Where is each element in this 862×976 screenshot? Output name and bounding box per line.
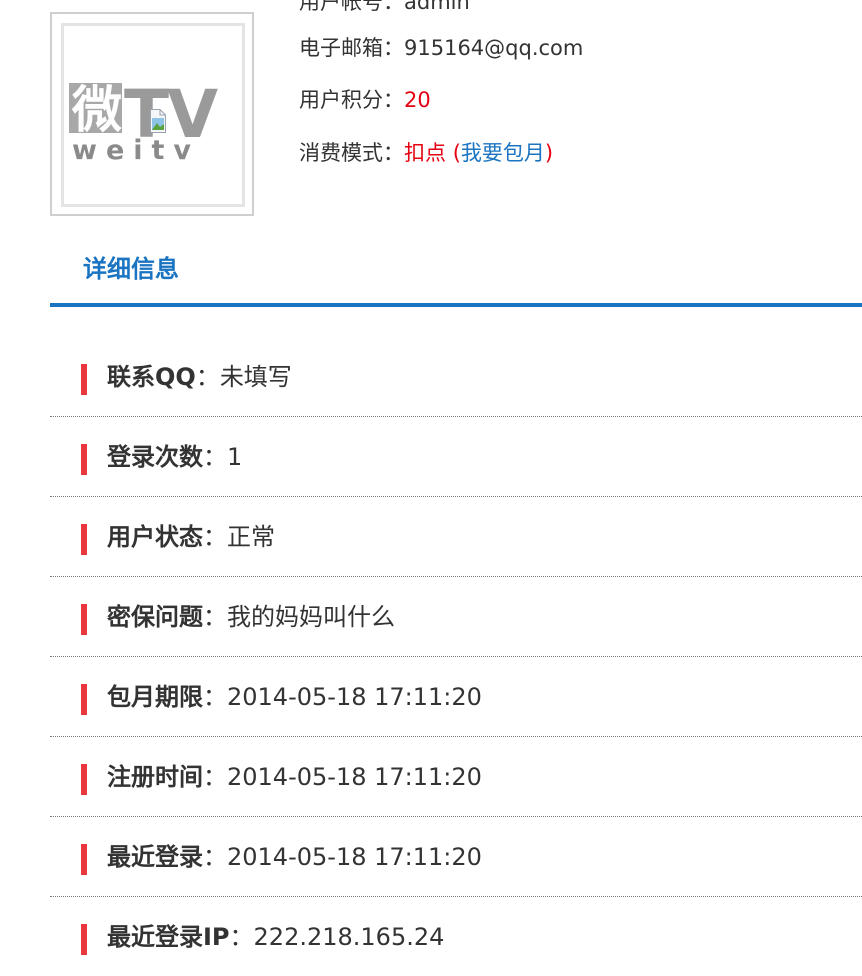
user-avatar: 微 TV weitv — [50, 12, 254, 216]
broken-image-icon — [150, 109, 166, 133]
logo-sub-text: weitv — [72, 135, 200, 166]
points-label: 用户积分 — [299, 88, 383, 112]
detail-value: 2014-05-18 17:11:20 — [227, 763, 482, 791]
row-marker — [81, 924, 87, 955]
logo-main-text: 微 — [71, 81, 122, 139]
detail-row-user-status: 用户状态：正常 — [50, 497, 862, 577]
tab-underline — [50, 303, 862, 307]
detail-row-security-question: 密保问题：我的妈妈叫什么 — [50, 577, 862, 657]
paren-close: ) — [544, 141, 554, 165]
account-separator: ： — [383, 0, 404, 14]
points-line: 用户积分：20 — [299, 85, 431, 115]
detail-list: 联系QQ：未填写 登录次数：1 用户状态：正常 密保问题：我的妈妈叫什么 包月期… — [50, 337, 862, 976]
detail-row-monthly-expiry: 包月期限：2014-05-18 17:11:20 — [50, 657, 862, 737]
detail-separator: ： — [203, 683, 227, 711]
email-value: 915164@qq.com — [404, 36, 584, 60]
tab-details[interactable]: 详细信息 — [83, 252, 179, 286]
consume-mode-line: 消费模式：扣点 (我要包月) — [299, 138, 553, 168]
detail-label: 包月期限 — [107, 683, 203, 711]
detail-label: 用户状态 — [107, 523, 203, 551]
row-marker — [81, 524, 87, 555]
consume-mode-separator: ： — [383, 141, 404, 165]
email-separator: ： — [383, 36, 404, 60]
detail-separator: ： — [203, 763, 227, 791]
detail-separator: ： — [203, 843, 227, 871]
row-marker — [81, 444, 87, 475]
account-value: admin — [404, 0, 470, 14]
detail-label: 密保问题 — [107, 603, 203, 631]
avatar-inner-frame: 微 TV weitv — [61, 23, 245, 207]
detail-row-last-login-ip: 最近登录IP：222.218.165.24 — [50, 897, 862, 976]
detail-label: 最近登录IP — [107, 923, 230, 951]
detail-label: 最近登录 — [107, 843, 203, 871]
email-line: 电子邮箱：915164@qq.com — [299, 33, 583, 63]
detail-label: 注册时间 — [107, 763, 203, 791]
detail-row-last-login: 最近登录：2014-05-18 17:11:20 — [50, 817, 862, 897]
row-marker — [81, 764, 87, 795]
paren-open: ( — [452, 141, 461, 165]
account-label: 用户帐号 — [299, 0, 383, 14]
detail-value: 2014-05-18 17:11:20 — [227, 683, 482, 711]
points-value: 20 — [404, 88, 431, 112]
detail-label: 联系QQ — [107, 363, 196, 391]
detail-separator: ： — [229, 923, 254, 951]
detail-value: 未填写 — [219, 363, 292, 391]
detail-row-login-count: 登录次数：1 — [50, 417, 862, 497]
detail-value: 我的妈妈叫什么 — [227, 603, 395, 631]
detail-value: 1 — [227, 443, 243, 471]
row-marker — [81, 364, 87, 395]
account-line: 用户帐号：admin — [299, 0, 470, 17]
monthly-plan-link[interactable]: 我要包月 — [461, 141, 545, 165]
points-separator: ： — [383, 88, 404, 112]
detail-row-qq: 联系QQ：未填写 — [50, 337, 862, 417]
detail-label: 登录次数 — [107, 443, 203, 471]
row-marker — [81, 684, 87, 715]
detail-value: 正常 — [227, 523, 275, 551]
consume-mode-value: 扣点 — [404, 141, 446, 165]
detail-separator: ： — [203, 443, 227, 471]
detail-value: 2014-05-18 17:11:20 — [227, 843, 482, 871]
detail-value: 222.218.165.24 — [253, 923, 445, 951]
detail-separator: ： — [203, 603, 227, 631]
row-marker — [81, 844, 87, 875]
detail-row-register-time: 注册时间：2014-05-18 17:11:20 — [50, 737, 862, 817]
consume-mode-label: 消费模式 — [299, 141, 383, 165]
detail-separator: ： — [195, 363, 220, 391]
detail-separator: ： — [203, 523, 227, 551]
row-marker — [81, 604, 87, 635]
email-label: 电子邮箱 — [299, 36, 383, 60]
